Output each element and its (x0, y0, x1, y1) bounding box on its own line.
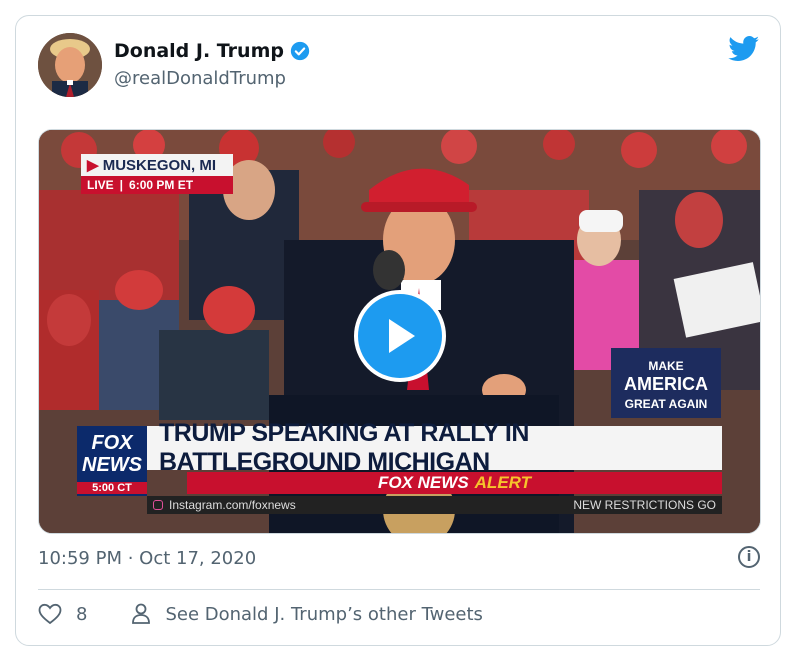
avatar[interactable] (38, 33, 102, 97)
info-icon[interactable]: i (738, 546, 760, 568)
fox-news-logo: FOX NEWS 5:00 CT (77, 426, 147, 496)
fox-logo-top: FOX (91, 432, 133, 454)
heart-icon (38, 603, 62, 625)
video-player[interactable]: MAKE AMERICA GREAT AGAIN ▶ MUSKEGON, MI (38, 129, 761, 534)
see-other-tweets-link[interactable]: See Donald J. Trump’s other Tweets (131, 603, 483, 625)
instagram-icon (153, 500, 163, 510)
person-icon (132, 603, 151, 624)
alert-brand: FOX NEWS (377, 473, 469, 492)
like-button[interactable]: 8 (38, 603, 87, 625)
twitter-bird-icon[interactable] (728, 36, 760, 62)
tweet-timestamp[interactable]: 10:59 PM · Oct 17, 2020 (38, 548, 256, 569)
fox-logo-bottom: NEWS (82, 454, 142, 476)
see-other-label: See Donald J. Trump’s other Tweets (165, 603, 483, 625)
display-name-row[interactable]: Donald J. Trump (114, 40, 310, 62)
user-handle[interactable]: @realDonaldTrump (114, 68, 286, 89)
svg-text:GREAT AGAIN: GREAT AGAIN (625, 397, 708, 411)
location-label: ▶ MUSKEGON, MI (81, 154, 233, 176)
ticker-bar: Instagram.com/foxnews NEW RESTRICTIONS G… (147, 496, 722, 514)
alert-bar: FOX NEWS ALERT (187, 472, 722, 494)
verified-badge-icon (290, 41, 310, 61)
instagram-handle: Instagram.com/foxnews (169, 498, 296, 512)
headline-bar: TRUMP SPEAKING AT RALLY IN BATTLEGROUND … (147, 419, 722, 476)
like-count: 8 (76, 603, 88, 625)
svg-text:AMERICA: AMERICA (624, 374, 708, 394)
live-time: 6:00 PM ET (129, 178, 194, 192)
live-text: LIVE (87, 178, 114, 192)
play-button[interactable] (354, 290, 446, 382)
location-text: MUSKEGON, MI (102, 157, 217, 174)
divider (38, 589, 760, 590)
play-icon (389, 319, 415, 353)
live-label: LIVE | 6:00 PM ET (81, 176, 233, 194)
lower-third: FOX NEWS 5:00 CT TRUMP SPEAKING AT RALLY… (77, 419, 722, 514)
ticker-text: NEW RESTRICTIONS GO (573, 498, 716, 512)
location-tag: ▶ MUSKEGON, MI LIVE | 6:00 PM ET (81, 154, 233, 194)
fox-logo-time: 5:00 CT (77, 482, 147, 494)
tweet-actions: 8 See Donald J. Trump’s other Tweets (38, 603, 483, 625)
tweet-card: Donald J. Trump @realDonaldTrump MAKE AM… (15, 15, 781, 646)
avatar-image (38, 33, 102, 97)
alert-word: ALERT (474, 473, 532, 492)
display-name[interactable]: Donald J. Trump (114, 40, 284, 62)
svg-text:MAKE: MAKE (648, 359, 683, 373)
